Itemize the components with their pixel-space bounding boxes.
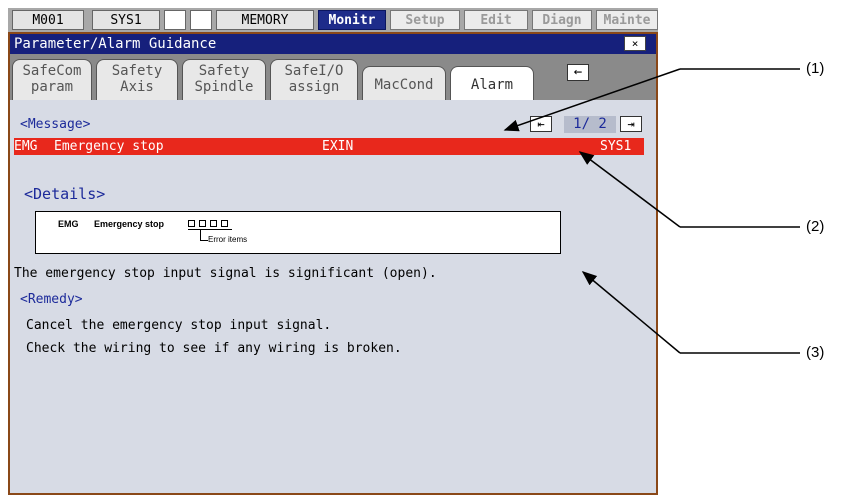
error-item-box [221,220,228,227]
tab-label-line2: Spindle [194,79,254,95]
alarm-item: EXIN [322,139,354,154]
program-number-field: M001 [12,10,84,30]
page-prev-icon[interactable]: ⇤ [530,116,552,132]
callout-3-label: (3) [806,344,825,361]
blank-field-1 [164,10,186,30]
details-heading: <Details> [24,185,106,203]
mode-tab-maintenance[interactable]: Mainte [596,10,658,30]
diagram-code: EMG [58,219,79,229]
alarm-message-row[interactable]: EMG Emergency stop EXIN SYS1 [14,138,644,155]
tab-label-line1: SafeI/O [284,63,344,79]
mode-tab-edit[interactable]: Edit [464,10,528,30]
tab-safeio-assign[interactable]: SafeI/O assign [270,59,358,100]
error-item-box [210,220,217,227]
details-diagram: EMG Emergency stop Error items [35,211,561,254]
alarm-system: SYS1 [600,139,632,154]
mode-tab-diagnosis[interactable]: Diagn [532,10,592,30]
error-items-label: Error items [208,235,248,244]
remedy-line-1: Cancel the emergency stop input signal. [26,318,332,333]
content-area: <Message> ⇤ 1/ 2 ⇥ EMG Emergency stop EX… [10,100,656,493]
error-item-box [199,220,206,227]
title-bar: Parameter/Alarm Guidance × [10,34,656,54]
tab-label-line2: assign [288,79,340,95]
blank-field-2 [190,10,212,30]
tab-label-line1: SafeCom [22,63,82,79]
operation-mode-field: MEMORY [216,10,314,30]
page-indicator: 1/ 2 [564,116,616,133]
message-heading: <Message> [20,117,91,132]
page-next-icon[interactable]: ⇥ [620,116,642,132]
tab-safecom-param[interactable]: SafeCom param [12,59,92,100]
tab-label-line1: Safety [111,63,163,79]
error-item-box [188,220,195,227]
error-item-leader [200,240,208,241]
status-bar: M001 SYS1 MEMORY Monitr Setup Edit Diagn… [8,8,658,32]
tab-back-icon[interactable]: ← [567,64,589,81]
tab-bar: SafeCom param Safety Axis Safety Spindle… [10,54,656,100]
window-title: Parameter/Alarm Guidance [14,36,217,52]
mode-tab-setup[interactable]: Setup [390,10,460,30]
tab-label-line2: Axis [120,79,154,95]
callout-1-label: (1) [806,60,825,77]
remedy-heading: <Remedy> [20,292,83,307]
details-description: The emergency stop input signal is signi… [14,266,437,281]
mode-tab-monitor[interactable]: Monitr [318,10,386,30]
tab-label-line1: Safety [198,63,250,79]
guidance-window: Parameter/Alarm Guidance × SafeCom param… [8,32,658,495]
alarm-text: Emergency stop [54,139,164,154]
callout-2-label: (2) [806,218,825,235]
system-field: SYS1 [92,10,160,30]
tab-label-line2: param [30,79,74,95]
remedy-line-2: Check the wiring to see if any wiring is… [26,341,402,356]
alarm-code: EMG [14,139,38,154]
diagram-text: Emergency stop [94,219,165,229]
error-item-underline [188,229,232,230]
tab-maccond[interactable]: MacCond [362,66,446,100]
tab-alarm[interactable]: Alarm [450,66,534,100]
close-button[interactable]: × [624,36,646,51]
tab-safety-spindle[interactable]: Safety Spindle [182,59,266,100]
tab-safety-axis[interactable]: Safety Axis [96,59,178,100]
